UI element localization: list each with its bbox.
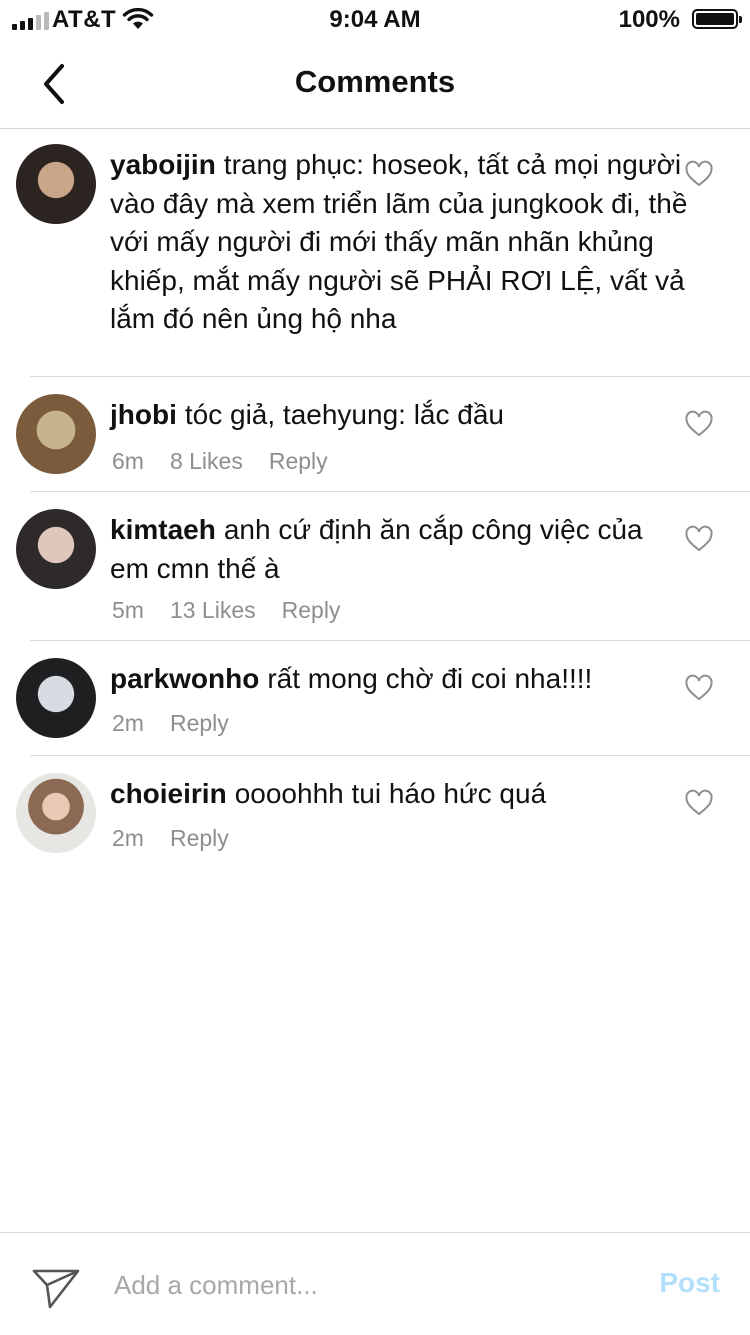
avatar[interactable]	[16, 394, 96, 474]
comment-item: choieirin oooohhh tui háo hức quá 2m Reply	[0, 769, 750, 869]
avatar[interactable]	[16, 658, 96, 738]
divider	[30, 376, 750, 377]
heart-icon[interactable]	[684, 525, 714, 553]
comment-text-block: yaboijin trang phục: hoseok, tất cả mọi n…	[110, 146, 690, 339]
comment-input[interactable]	[114, 1265, 614, 1305]
reply-button[interactable]: Reply	[170, 710, 229, 736]
comment-likes[interactable]: 8 Likes	[170, 448, 243, 474]
reply-button[interactable]: Reply	[282, 597, 341, 623]
comment-username[interactable]: kimtaeh	[110, 514, 216, 545]
comment-item: parkwonho rất mong chờ đi coi nha!!!! 2m R…	[0, 654, 750, 754]
heart-icon[interactable]	[684, 789, 714, 817]
comment-item: yaboijin trang phục: hoseok, tất cả mọi n…	[0, 140, 750, 376]
comment-item: jhobi tóc giả, taehyung: lắc đầu 6m 8 Like…	[0, 390, 750, 490]
battery-percentage: 100%	[618, 6, 680, 33]
comment-text-block: choieirin oooohhh tui háo hức quá	[110, 775, 670, 814]
avatar[interactable]	[16, 144, 96, 224]
comment-meta: 5m 13 Likes Reply	[112, 597, 366, 624]
avatar[interactable]	[16, 509, 96, 589]
divider	[30, 640, 750, 641]
comment-meta: 2m Reply	[112, 710, 255, 737]
comment-text-block: kimtaeh anh cứ định ăn cắp công việc của …	[110, 511, 670, 588]
comment-time: 5m	[112, 597, 144, 623]
comment-meta: 6m 8 Likes Reply	[112, 448, 354, 475]
comment-time: 2m	[112, 825, 144, 851]
comment-time: 6m	[112, 448, 144, 474]
comment-text-block: jhobi tóc giả, taehyung: lắc đầu	[110, 396, 670, 435]
comment-text: oooohhh tui háo hức quá	[234, 778, 547, 809]
comment-username[interactable]: parkwonho	[110, 663, 259, 694]
comment-likes[interactable]: 13 Likes	[170, 597, 256, 623]
comment-time: 2m	[112, 710, 144, 736]
comment-item: kimtaeh anh cứ định ăn cắp công việc của …	[0, 505, 750, 639]
comment-text-block: parkwonho rất mong chờ đi coi nha!!!!	[110, 660, 670, 699]
comment-username[interactable]: yaboijin	[110, 149, 216, 180]
paper-plane-icon[interactable]	[30, 1263, 82, 1311]
comment-username[interactable]: jhobi	[110, 399, 177, 430]
divider	[30, 755, 750, 756]
heart-icon[interactable]	[684, 410, 714, 438]
heart-icon[interactable]	[684, 160, 714, 188]
battery-icon	[692, 9, 742, 29]
post-button[interactable]: Post	[659, 1267, 720, 1299]
divider	[30, 491, 750, 492]
comment-meta: 2m Reply	[112, 825, 255, 852]
status-bar: AT&T 9:04 AM 100%	[0, 0, 750, 40]
comment-text: rất mong chờ đi coi nha!!!!	[267, 663, 593, 694]
heart-icon[interactable]	[684, 674, 714, 702]
comment-username[interactable]: choieirin	[110, 778, 227, 809]
comment-text: tóc giả, taehyung: lắc đầu	[184, 399, 504, 430]
header: Comments	[0, 40, 750, 129]
page-title: Comments	[294, 64, 456, 99]
reply-button[interactable]: Reply	[170, 825, 229, 851]
comment-composer: Post	[0, 1232, 750, 1335]
avatar[interactable]	[16, 773, 96, 853]
reply-button[interactable]: Reply	[269, 448, 328, 474]
